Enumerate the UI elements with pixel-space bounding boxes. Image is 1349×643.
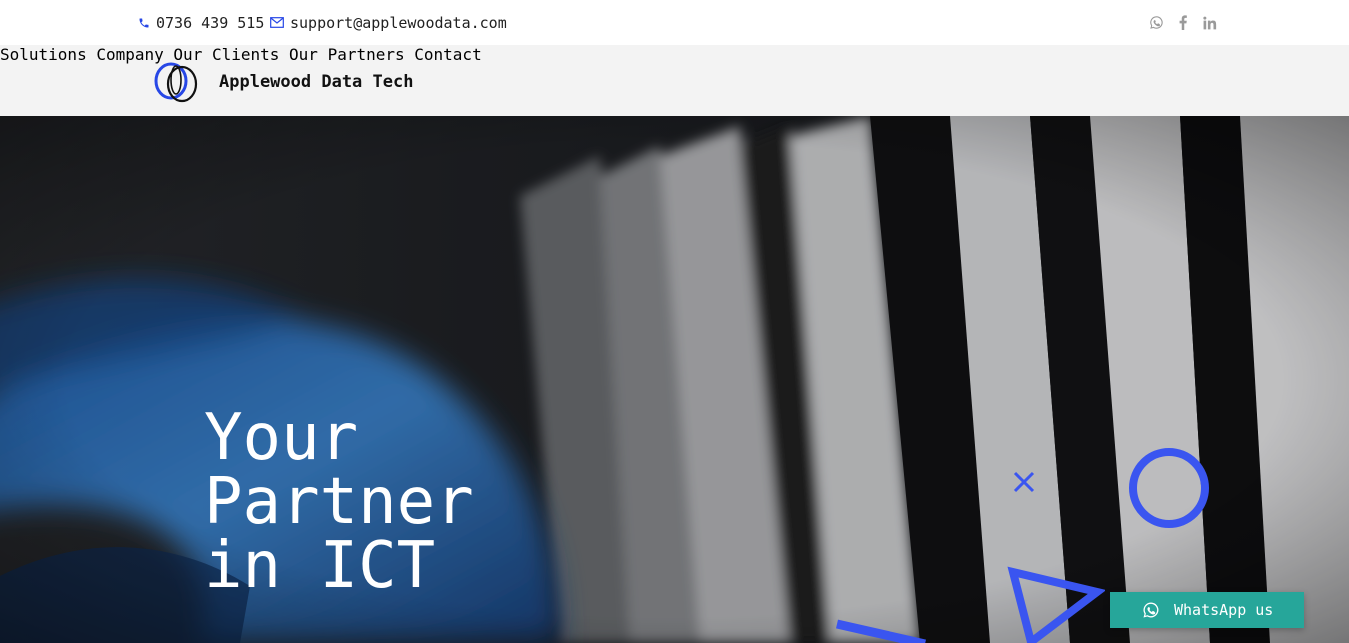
whatsapp-icon <box>1142 601 1160 619</box>
main-navbar: Applewood Data Tech Solutions Company Ou… <box>0 45 1349 116</box>
hero-background-image <box>0 116 1349 643</box>
whatsapp-icon[interactable] <box>1147 14 1165 32</box>
nav-item-solutions[interactable]: Solutions <box>0 45 87 64</box>
bar-shape-icon <box>836 619 926 643</box>
top-contact-bar: 0736 439 515 support@applewoodata.com <box>0 0 1349 45</box>
mail-icon <box>270 17 284 28</box>
applewood-logo-icon <box>154 62 198 103</box>
circle-shape-icon <box>1129 448 1209 528</box>
email-address: support@applewoodata.com <box>290 13 507 32</box>
whatsapp-chat-button[interactable]: WhatsApp us <box>1110 592 1304 628</box>
phone-icon <box>139 18 149 27</box>
facebook-icon[interactable] <box>1174 14 1192 32</box>
hero-line-1: Your <box>204 401 359 475</box>
linkedin-icon[interactable] <box>1201 14 1219 32</box>
hero-line-3: in ICT <box>204 529 436 603</box>
email-contact[interactable]: support@applewoodata.com <box>270 0 507 45</box>
nav-item-contact[interactable]: Contact <box>414 45 481 64</box>
hero-line-2: Partner <box>204 465 474 539</box>
cross-shape-icon <box>1013 471 1035 493</box>
hero-headline: Your Partner in ICT <box>204 406 474 598</box>
brand-logo[interactable]: Applewood Data Tech <box>153 61 413 103</box>
phone-contact[interactable]: 0736 439 515 <box>138 0 264 45</box>
hero-section: Your Partner in ICT <box>0 116 1349 643</box>
brand-name: Applewood Data Tech <box>219 72 414 92</box>
phone-number: 0736 439 515 <box>156 13 265 32</box>
social-links <box>1138 0 1219 45</box>
triangle-shape-icon <box>1007 566 1105 643</box>
whatsapp-button-label: WhatsApp us <box>1174 601 1274 619</box>
